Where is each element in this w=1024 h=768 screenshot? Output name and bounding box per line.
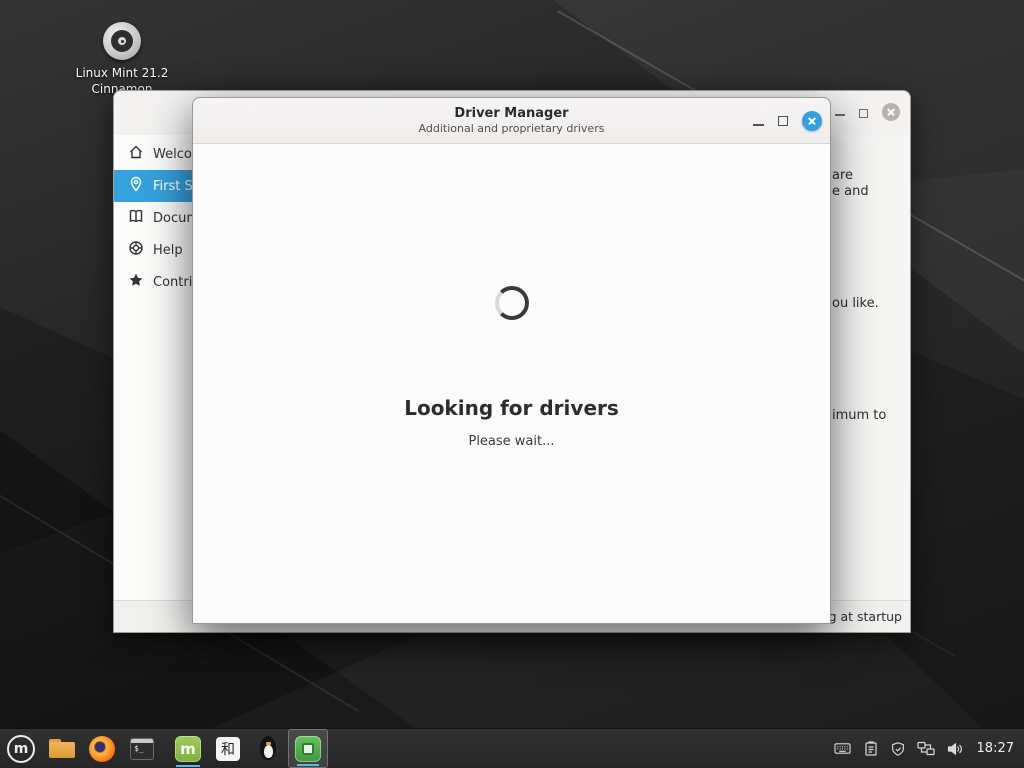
lifebuoy-icon [128,240,144,260]
keyboard-layout-icon[interactable] [833,741,852,756]
star-icon [128,272,144,292]
taskbar-item-welcome[interactable]: m [168,729,208,768]
open-window-indicator [297,764,319,766]
welcome-text-fragment: e and [832,184,869,199]
volume-icon[interactable] [946,741,963,757]
file-manager-launcher[interactable] [42,729,82,768]
book-icon [128,208,144,228]
close-icon[interactable] [802,111,822,131]
window-subtitle: Additional and proprietary drivers [193,122,830,135]
mint-welcome-icon: m [175,736,201,762]
pin-icon [128,176,144,196]
taskbar-item-driver-manager[interactable] [288,729,328,768]
terminal-launcher[interactable]: $_ [122,729,162,768]
terminal-icon: $_ [130,738,154,760]
driver-manager-window: Driver Manager Additional and proprietar… [192,97,831,624]
mint-menu-button[interactable]: m [0,729,42,768]
welcome-text-fragment: imum to [832,408,886,423]
desktop: Linux Mint 21.2 Cinnamon Welcome [0,0,1024,768]
firewall-shield-icon[interactable] [890,741,906,757]
taskbar: m $_ m [0,728,1024,768]
please-wait-text: Please wait... [193,434,830,449]
firefox-icon [89,736,115,762]
driver-manager-icon [295,736,321,762]
close-icon[interactable] [882,103,900,121]
firefox-launcher[interactable] [82,729,122,768]
minimize-icon[interactable] [835,114,845,116]
show-at-startup-label[interactable]: g at startup [829,609,902,624]
clock[interactable]: 18:27 [977,741,1014,756]
maximize-icon[interactable] [778,116,788,126]
home-icon [128,144,144,164]
taskbar-item-input-method[interactable]: 和 [208,729,248,768]
loading-spinner-icon [495,286,529,320]
welcome-text-fragment: are [832,168,853,183]
disc-icon [103,22,141,60]
input-method-icon: 和 [216,737,240,761]
window-list: m 和 [168,729,328,768]
minimize-icon[interactable] [753,124,764,126]
folder-icon [49,739,75,758]
system-tray: 18:27 [833,729,1024,768]
clipboard-icon[interactable] [863,741,879,757]
taskbar-item-tux-app[interactable] [248,729,288,768]
driver-manager-titlebar[interactable]: Driver Manager Additional and proprietar… [193,98,830,144]
driver-manager-body: Looking for drivers Please wait... [193,144,830,623]
network-icon[interactable] [917,741,935,756]
sidebar-item-label: Help [153,243,183,258]
window-title: Driver Manager [193,106,830,121]
maximize-icon[interactable] [859,109,868,118]
open-window-indicator [176,765,200,767]
welcome-text-fragment: ou like. [832,296,879,311]
mint-logo-icon: m [7,735,35,763]
looking-for-drivers-heading: Looking for drivers [193,396,830,420]
penguin-icon [257,736,279,762]
desktop-icon-linux-mint-iso[interactable]: Linux Mint 21.2 Cinnamon [62,22,182,97]
